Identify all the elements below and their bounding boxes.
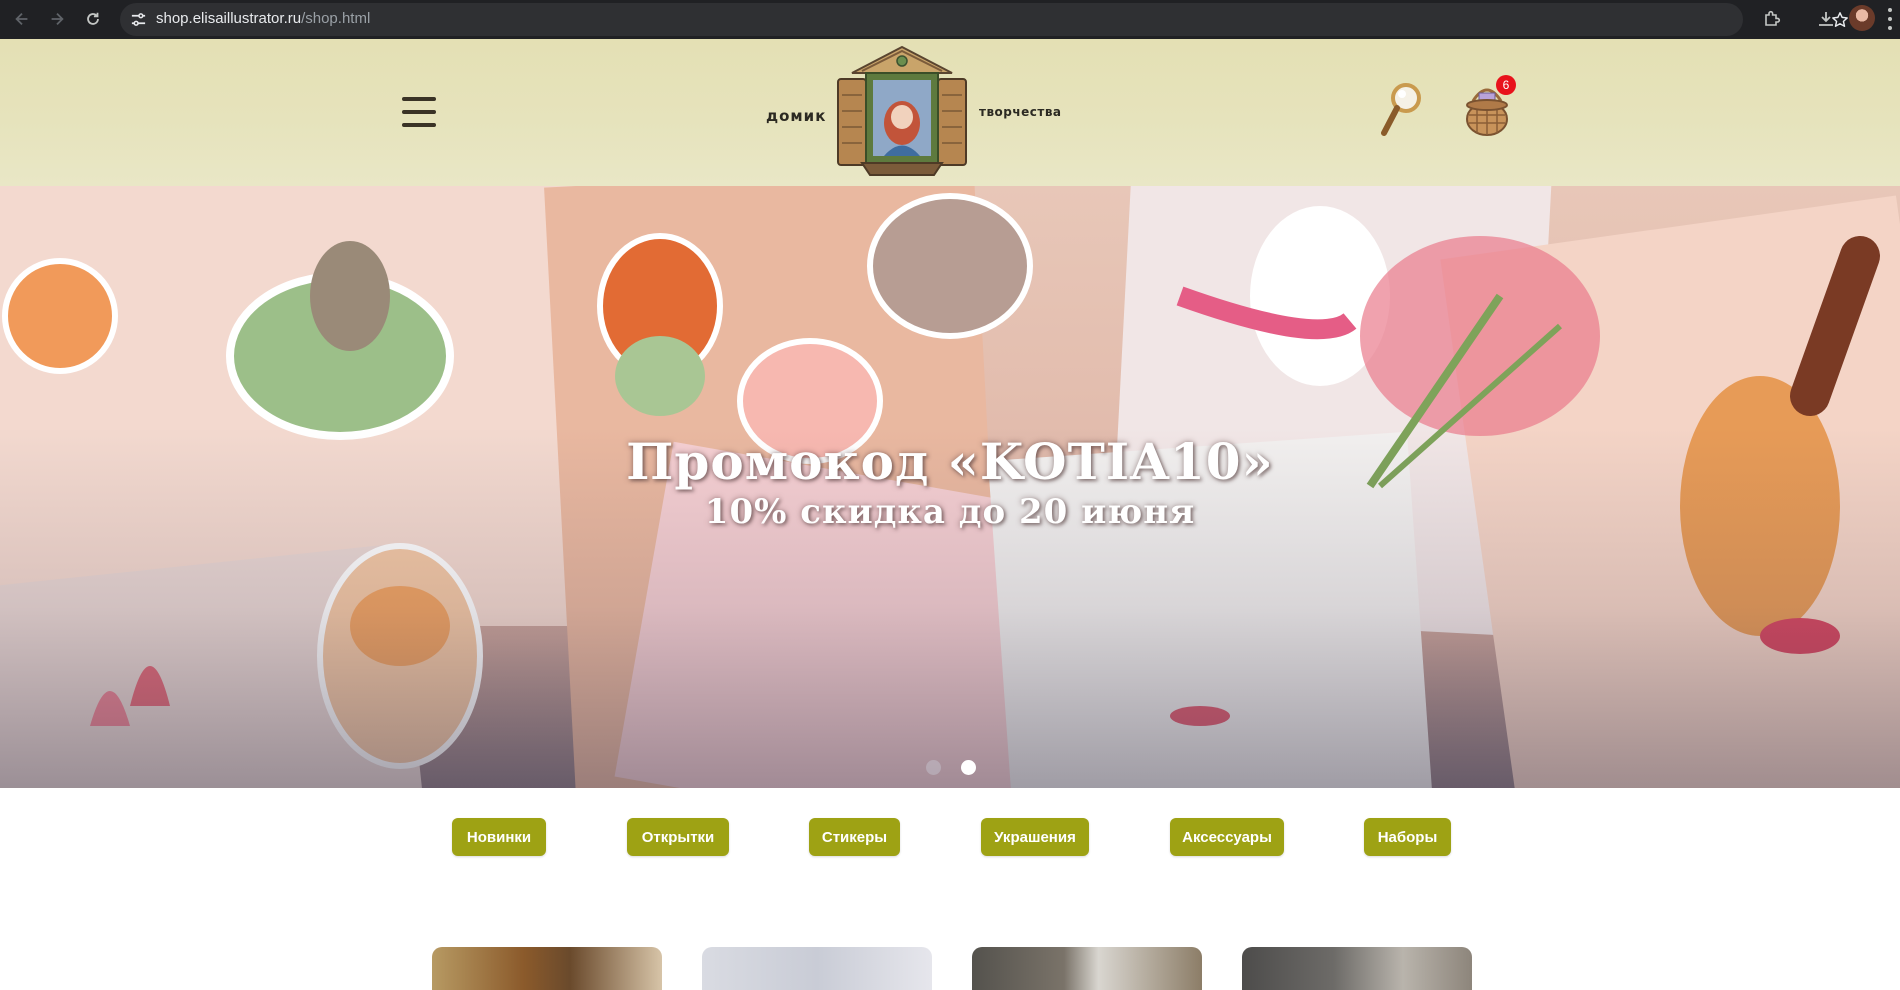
search-button[interactable] bbox=[1378, 81, 1424, 137]
profile-avatar[interactable] bbox=[1849, 5, 1875, 31]
slider-dot-1[interactable] bbox=[926, 760, 941, 775]
slider-dot-2-active[interactable] bbox=[961, 760, 976, 775]
product-card[interactable] bbox=[972, 947, 1202, 990]
site-settings-icon[interactable] bbox=[130, 11, 147, 28]
more-menu-icon[interactable] bbox=[1887, 8, 1893, 30]
extensions-icon bbox=[1765, 10, 1781, 26]
site-logo[interactable]: домик творчества bbox=[760, 43, 1070, 183]
downloads-button[interactable] bbox=[1812, 5, 1840, 33]
logo-text-right: творчества bbox=[979, 105, 1062, 119]
extensions-button[interactable] bbox=[1758, 5, 1786, 33]
hero-banner[interactable]: Промокод «KOTIA10» 10% скидка до 20 июня bbox=[0, 186, 1900, 788]
category-stickers-button[interactable]: Стикеры bbox=[809, 818, 900, 856]
site-header: домик творчества 6 bbox=[0, 39, 1900, 186]
promo-title: Промокод «KOTIA10» bbox=[626, 432, 1274, 491]
category-nav: Новинки Открытки Стикеры Украшения Аксес… bbox=[0, 818, 1900, 858]
logo-house-icon bbox=[837, 45, 967, 176]
reload-button[interactable] bbox=[79, 5, 107, 33]
category-postcards-button[interactable]: Открытки bbox=[627, 818, 729, 856]
slider-dots bbox=[926, 759, 980, 775]
promo-subtitle: 10% скидка до 20 июня bbox=[704, 492, 1196, 532]
forward-arrow-icon bbox=[51, 12, 64, 26]
product-card[interactable] bbox=[432, 947, 662, 990]
back-button[interactable] bbox=[8, 5, 36, 33]
download-icon bbox=[1819, 12, 1833, 26]
cart-count-badge: 6 bbox=[1496, 75, 1516, 95]
address-bar[interactable]: shop.elisaillustrator.ru/shop.html bbox=[120, 3, 1848, 36]
hamburger-menu-icon[interactable] bbox=[402, 97, 436, 127]
category-new-button[interactable]: Новинки bbox=[452, 818, 546, 856]
url-host: shop.elisaillustrator.ru bbox=[156, 10, 302, 27]
product-card[interactable] bbox=[702, 947, 932, 990]
reload-icon bbox=[87, 12, 99, 25]
logo-text-left: домик bbox=[766, 107, 827, 125]
category-sets-button[interactable]: Наборы bbox=[1364, 818, 1451, 856]
url-text[interactable]: shop.elisaillustrator.ru/shop.html bbox=[156, 10, 370, 27]
forward-button[interactable] bbox=[43, 5, 71, 33]
browser-toolbar: shop.elisaillustrator.ru/shop.html bbox=[0, 0, 1900, 39]
url-path: /shop.html bbox=[301, 10, 371, 27]
product-card[interactable] bbox=[1242, 947, 1472, 990]
back-arrow-icon bbox=[15, 12, 28, 26]
category-jewelry-button[interactable]: Украшения bbox=[981, 818, 1089, 856]
category-accessories-button[interactable]: Аксессуары bbox=[1170, 818, 1284, 856]
magnifier-search-icon bbox=[1381, 83, 1421, 136]
